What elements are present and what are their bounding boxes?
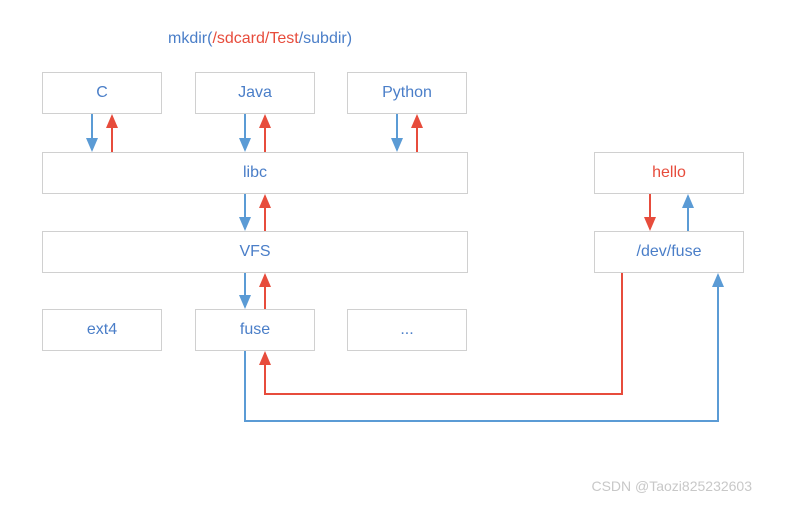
- arrow-fuse-to-devfuse: [245, 275, 718, 421]
- node-libc-label: libc: [243, 164, 267, 182]
- node-ext4-label: ext4: [87, 321, 117, 339]
- node-hello: hello: [594, 152, 744, 194]
- node-c-label: C: [96, 84, 108, 102]
- diagram-title: mkdir(/sdcard/Test/subdir): [168, 30, 352, 48]
- title-prefix: mkdir(: [168, 30, 212, 47]
- node-vfs: VFS: [42, 231, 468, 273]
- node-fuse: fuse: [195, 309, 315, 351]
- node-ext4: ext4: [42, 309, 162, 351]
- node-fuse-label: fuse: [240, 321, 270, 339]
- node-python: Python: [347, 72, 467, 114]
- node-hello-label: hello: [652, 164, 686, 182]
- node-vfs-label: VFS: [239, 243, 270, 261]
- title-suffix: /subdir): [299, 30, 352, 47]
- node-java: Java: [195, 72, 315, 114]
- node-python-label: Python: [382, 84, 432, 102]
- node-dots: ...: [347, 309, 467, 351]
- node-dots-label: ...: [400, 321, 413, 339]
- node-java-label: Java: [238, 84, 272, 102]
- node-devfuse-label: /dev/fuse: [637, 243, 702, 261]
- node-devfuse: /dev/fuse: [594, 231, 744, 273]
- node-libc: libc: [42, 152, 468, 194]
- watermark: CSDN @Taozi825232603: [591, 478, 752, 494]
- node-c: C: [42, 72, 162, 114]
- title-path: /sdcard/Test: [212, 30, 298, 47]
- watermark-text: CSDN @Taozi825232603: [591, 478, 752, 494]
